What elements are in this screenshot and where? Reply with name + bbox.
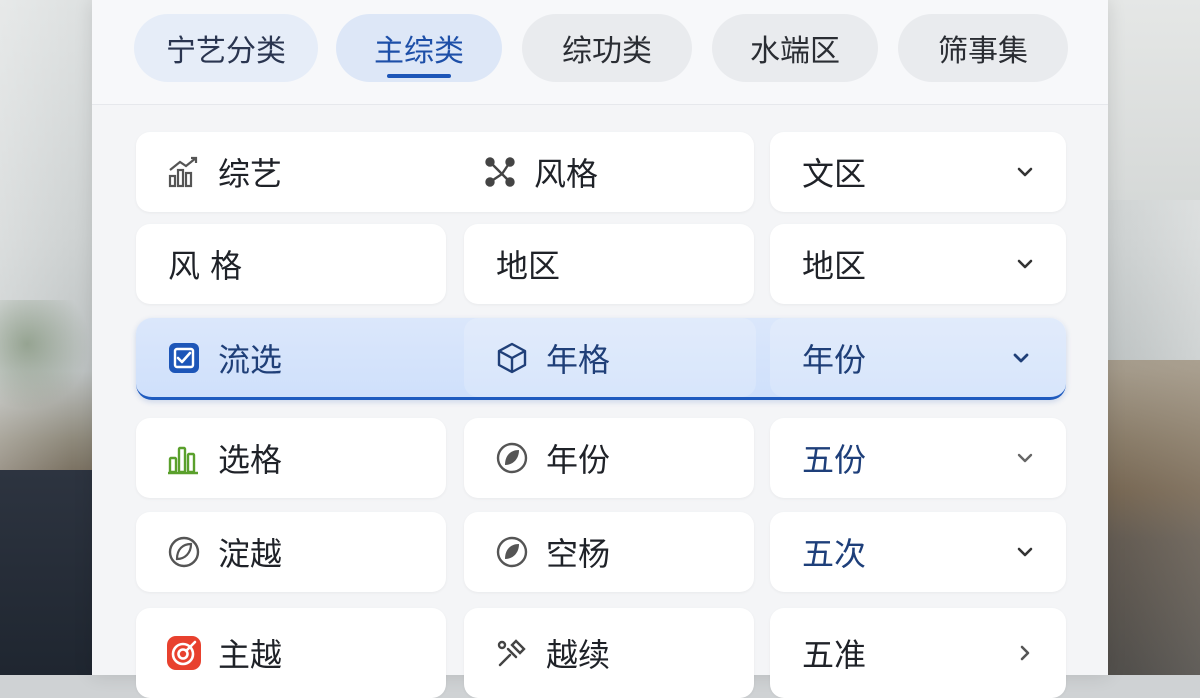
filter-row-5-main[interactable]: 主越 bbox=[136, 608, 446, 698]
tab-category-2[interactable]: 综功类 bbox=[522, 14, 692, 82]
filter-label: 主越 bbox=[218, 636, 283, 674]
filter-row-3-select[interactable]: 五份 bbox=[770, 418, 1066, 498]
filter-row-2-value[interactable]: 年份 bbox=[802, 318, 866, 397]
filter-row-1-select[interactable]: 地区 bbox=[770, 224, 1066, 304]
filter-row-4-main[interactable]: 淀越 bbox=[136, 512, 446, 592]
filter-row-0-main[interactable]: 综艺 风格 bbox=[136, 132, 754, 212]
tab-label: 主综类 bbox=[374, 34, 464, 69]
filter-row-3-mid[interactable]: 年份 bbox=[464, 418, 754, 498]
chevron-down-icon bbox=[1014, 541, 1036, 563]
filter-row-1-mid[interactable]: 地区 bbox=[464, 224, 754, 304]
leaf-circle-icon bbox=[494, 534, 530, 570]
pin-tool-icon bbox=[494, 635, 530, 671]
filter-value: 年份 bbox=[802, 340, 867, 379]
tab-label: 综功类 bbox=[562, 34, 652, 69]
background-furniture bbox=[1108, 360, 1200, 675]
tab-category-1[interactable]: 主综类 bbox=[336, 14, 502, 82]
filter-row-4-mid[interactable]: 空杨 bbox=[464, 512, 754, 592]
filter-value: 文区 bbox=[802, 155, 867, 193]
background-window bbox=[1108, 0, 1200, 200]
filter-label: 地区 bbox=[496, 247, 561, 285]
filter-label: 风格 bbox=[534, 155, 599, 193]
cube-icon bbox=[494, 340, 530, 376]
active-tab-indicator bbox=[387, 74, 451, 78]
filter-row-1-label[interactable]: 风 格 bbox=[136, 224, 446, 304]
tab-label: 筛事集 bbox=[938, 34, 1028, 69]
filter-label: 空杨 bbox=[546, 535, 611, 573]
filter-row-3-main[interactable]: 选格 bbox=[136, 418, 446, 498]
filter-row-0-select[interactable]: 文区 bbox=[770, 132, 1066, 212]
filter-label: 淀越 bbox=[218, 535, 283, 573]
bar-chart-up-icon bbox=[166, 154, 202, 190]
bar-chart-green-icon bbox=[166, 440, 202, 476]
target-app-icon bbox=[166, 635, 202, 671]
filter-value: 五次 bbox=[802, 535, 867, 573]
nodes-icon bbox=[482, 154, 518, 190]
tab-label: 宁艺分类 bbox=[166, 34, 286, 69]
background-plant bbox=[0, 300, 90, 410]
leaf-circle-icon bbox=[166, 534, 202, 570]
tab-category-0[interactable]: 宁艺分类 bbox=[134, 14, 318, 82]
filter-row-2-mid[interactable]: 年格 bbox=[494, 318, 610, 397]
filter-label: 年份 bbox=[546, 441, 611, 479]
filter-label: 流选 bbox=[218, 340, 283, 379]
filter-label: 综艺 bbox=[218, 155, 283, 193]
chevron-right-icon bbox=[1014, 642, 1036, 664]
tab-category-4[interactable]: 筛事集 bbox=[898, 14, 1068, 82]
chevron-down-icon bbox=[1014, 253, 1036, 275]
filter-row-5-mid[interactable]: 越续 bbox=[464, 608, 754, 698]
filter-value: 五份 bbox=[802, 441, 867, 479]
chevron-down-icon[interactable] bbox=[1010, 318, 1032, 397]
filter-label: 风 格 bbox=[168, 247, 243, 285]
checkbox-icon bbox=[166, 340, 202, 376]
leaf-circle-icon bbox=[494, 440, 530, 476]
filter-value: 地区 bbox=[802, 247, 867, 285]
filter-value: 五准 bbox=[802, 636, 867, 674]
filter-label: 越续 bbox=[546, 636, 611, 674]
background-sofa bbox=[0, 470, 92, 675]
filter-label: 选格 bbox=[218, 441, 283, 479]
filter-row-5-select[interactable]: 五准 bbox=[770, 608, 1066, 698]
filter-row-2-selected[interactable]: 流选 年格 年份 bbox=[136, 318, 1066, 400]
filter-row-2-main[interactable]: 流选 bbox=[166, 318, 282, 397]
chevron-down-icon bbox=[1014, 161, 1036, 183]
filter-panel: 宁艺分类 主综类 综功类 水端区 筛事集 综艺 风格 文区 风 格 地区 地区 … bbox=[92, 0, 1108, 698]
category-tab-bar: 宁艺分类 主综类 综功类 水端区 筛事集 bbox=[92, 0, 1108, 105]
tab-label: 水端区 bbox=[750, 34, 840, 69]
filter-label: 年格 bbox=[546, 340, 611, 379]
tab-category-3[interactable]: 水端区 bbox=[712, 14, 878, 82]
filter-row-4-select[interactable]: 五次 bbox=[770, 512, 1066, 592]
chevron-down-icon bbox=[1014, 447, 1036, 469]
